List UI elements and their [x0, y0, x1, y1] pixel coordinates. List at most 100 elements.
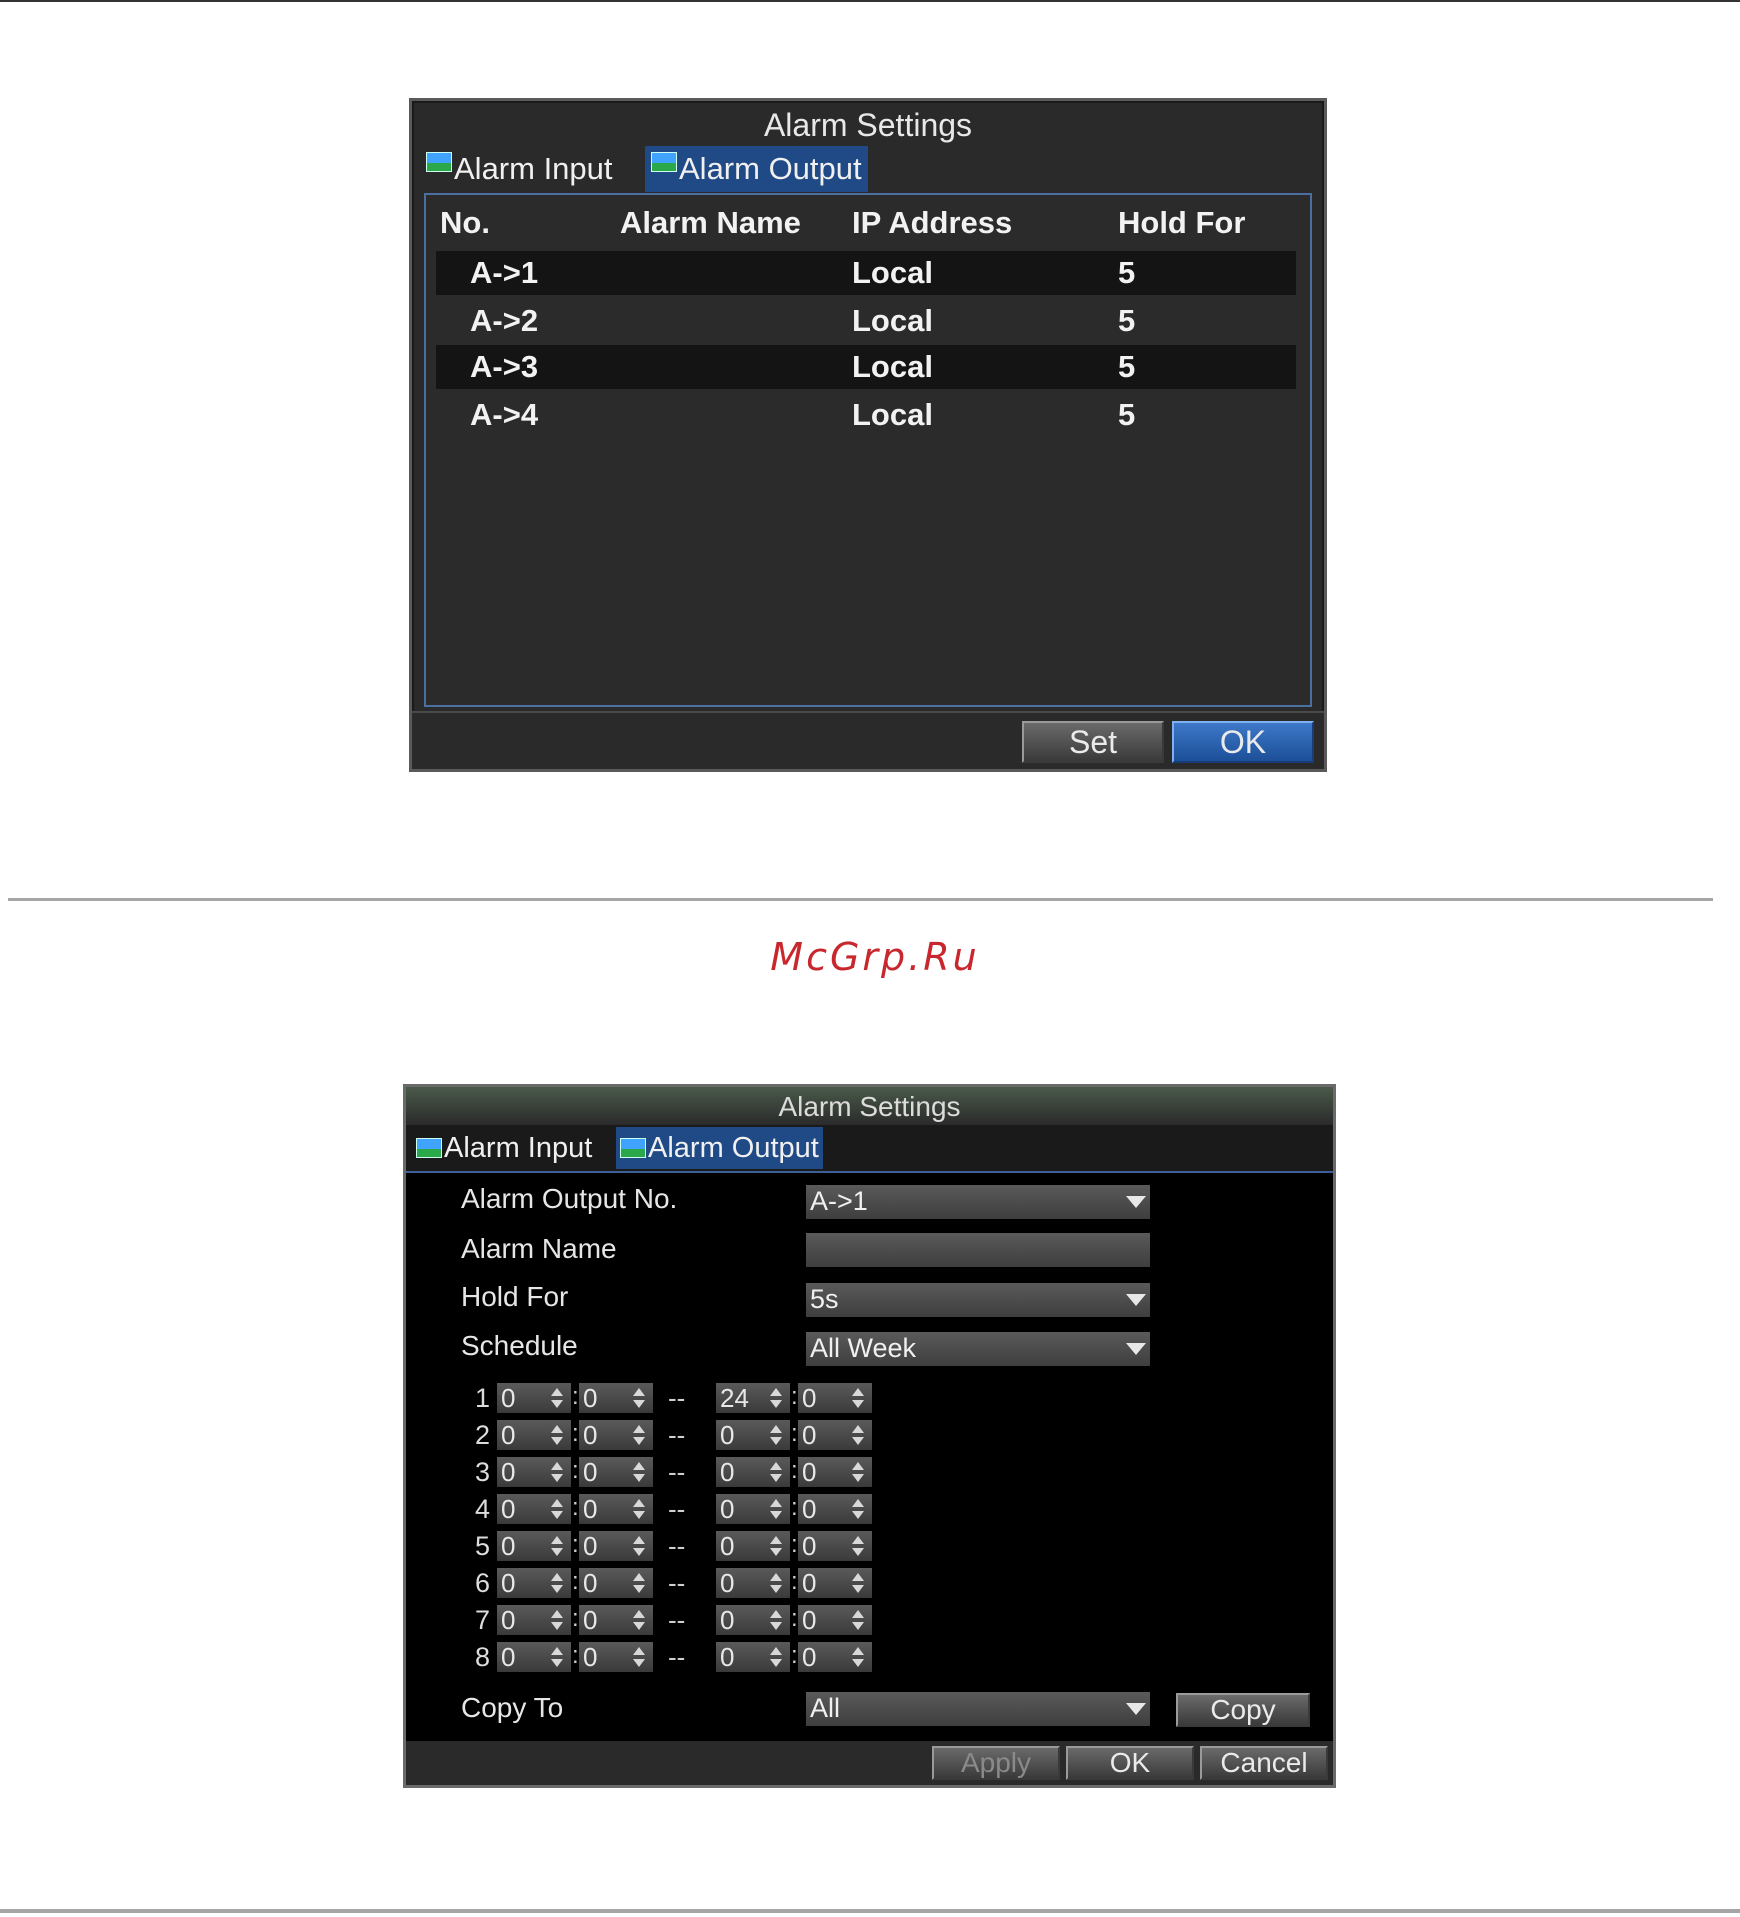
up-down-arrows-icon[interactable] [852, 1610, 864, 1630]
tab-alarm-output[interactable]: Alarm Output [616, 1127, 823, 1169]
up-down-arrows-icon[interactable] [633, 1536, 645, 1556]
cell-no: A->4 [470, 397, 539, 432]
copy-to-select[interactable]: All [806, 1692, 1150, 1726]
up-down-arrows-icon[interactable] [852, 1462, 864, 1482]
start-minute-spinner[interactable]: 0 [579, 1568, 653, 1598]
start-hour-spinner[interactable]: 0 [497, 1642, 571, 1672]
end-hour-spinner[interactable]: 0 [716, 1420, 790, 1450]
cell-ip-address: Local [852, 303, 933, 338]
spinner-value: 0 [501, 1420, 516, 1450]
start-minute-spinner[interactable]: 0 [579, 1605, 653, 1635]
apply-button[interactable]: Apply [932, 1746, 1060, 1780]
column-header-ip-address: IP Address [852, 205, 1013, 240]
range-separator: -- [668, 1457, 686, 1487]
up-down-arrows-icon[interactable] [551, 1610, 563, 1630]
up-down-arrows-icon[interactable] [633, 1462, 645, 1482]
end-hour-spinner[interactable]: 24 [716, 1383, 790, 1413]
start-minute-spinner[interactable]: 0 [579, 1531, 653, 1561]
end-minute-spinner[interactable]: 0 [798, 1420, 872, 1450]
up-down-arrows-icon[interactable] [551, 1425, 563, 1445]
up-down-arrows-icon[interactable] [852, 1647, 864, 1667]
spinner-value: 24 [720, 1383, 749, 1413]
up-down-arrows-icon[interactable] [770, 1462, 782, 1482]
end-hour-spinner[interactable]: 0 [716, 1605, 790, 1635]
up-down-arrows-icon[interactable] [633, 1610, 645, 1630]
up-down-arrows-icon[interactable] [551, 1499, 563, 1519]
up-down-arrows-icon[interactable] [770, 1536, 782, 1556]
alarm-output-no-select[interactable]: A->1 [806, 1185, 1150, 1219]
up-down-arrows-icon[interactable] [852, 1425, 864, 1445]
up-down-arrows-icon[interactable] [852, 1536, 864, 1556]
ok-button[interactable]: OK [1066, 1746, 1194, 1780]
start-hour-spinner[interactable]: 0 [497, 1383, 571, 1413]
end-hour-spinner[interactable]: 0 [716, 1494, 790, 1524]
up-down-arrows-icon[interactable] [770, 1388, 782, 1408]
end-minute-spinner[interactable]: 0 [798, 1457, 872, 1487]
alarm-name-input[interactable] [806, 1233, 1150, 1267]
range-separator: -- [668, 1568, 686, 1598]
up-down-arrows-icon[interactable] [633, 1388, 645, 1408]
up-down-arrows-icon[interactable] [633, 1425, 645, 1445]
table-row[interactable]: A->4 Local 5 [436, 393, 1296, 437]
ok-button[interactable]: OK [1172, 721, 1314, 763]
tab-alarm-input[interactable]: Alarm Input [426, 146, 613, 192]
start-hour-spinner[interactable]: 0 [497, 1494, 571, 1524]
end-minute-spinner[interactable]: 0 [798, 1642, 872, 1672]
up-down-arrows-icon[interactable] [551, 1647, 563, 1667]
up-down-arrows-icon[interactable] [633, 1573, 645, 1593]
up-down-arrows-icon[interactable] [551, 1573, 563, 1593]
tab-alarm-output[interactable]: Alarm Output [645, 146, 868, 192]
end-minute-spinner[interactable]: 0 [798, 1605, 872, 1635]
start-hour-spinner[interactable]: 0 [497, 1457, 571, 1487]
end-hour-spinner[interactable]: 0 [716, 1457, 790, 1487]
table-row[interactable]: A->3 Local 5 [436, 345, 1296, 389]
start-minute-spinner[interactable]: 0 [579, 1457, 653, 1487]
start-minute-spinner[interactable]: 0 [579, 1420, 653, 1450]
chevron-down-icon [1126, 1196, 1146, 1208]
up-down-arrows-icon[interactable] [770, 1573, 782, 1593]
start-minute-spinner[interactable]: 0 [579, 1383, 653, 1413]
start-hour-spinner[interactable]: 0 [497, 1531, 571, 1561]
start-minute-spinner[interactable]: 0 [579, 1494, 653, 1524]
end-hour-spinner[interactable]: 0 [716, 1531, 790, 1561]
up-down-arrows-icon[interactable] [852, 1388, 864, 1408]
start-hour-spinner[interactable]: 0 [497, 1420, 571, 1450]
up-down-arrows-icon[interactable] [551, 1536, 563, 1556]
hold-for-select[interactable]: 5s [806, 1283, 1150, 1317]
up-down-arrows-icon[interactable] [551, 1388, 563, 1408]
start-hour-spinner[interactable]: 0 [497, 1568, 571, 1598]
up-down-arrows-icon[interactable] [770, 1647, 782, 1667]
up-down-arrows-icon[interactable] [852, 1499, 864, 1519]
start-minute-spinner[interactable]: 0 [579, 1642, 653, 1672]
period-number: 1 [474, 1383, 490, 1413]
alarm-output-icon [620, 1138, 646, 1158]
spinner-value: 0 [501, 1494, 516, 1524]
up-down-arrows-icon[interactable] [633, 1647, 645, 1667]
up-down-arrows-icon[interactable] [633, 1499, 645, 1519]
end-hour-spinner[interactable]: 0 [716, 1642, 790, 1672]
up-down-arrows-icon[interactable] [770, 1610, 782, 1630]
schedule-select[interactable]: All Week [806, 1332, 1150, 1366]
end-minute-spinner[interactable]: 0 [798, 1531, 872, 1561]
cancel-button[interactable]: Cancel [1200, 1746, 1328, 1780]
time-colon: : [791, 1457, 798, 1484]
tab-alarm-input[interactable]: Alarm Input [416, 1127, 592, 1169]
up-down-arrows-icon[interactable] [551, 1462, 563, 1482]
spinner-value: 0 [720, 1531, 735, 1561]
alarm-input-icon [416, 1138, 442, 1158]
end-minute-spinner[interactable]: 0 [798, 1494, 872, 1524]
set-button[interactable]: Set [1022, 721, 1164, 763]
end-hour-spinner[interactable]: 0 [716, 1568, 790, 1598]
table-row[interactable]: A->1 Local 5 [436, 251, 1296, 295]
end-minute-spinner[interactable]: 0 [798, 1383, 872, 1413]
range-separator: -- [668, 1494, 686, 1524]
end-minute-spinner[interactable]: 0 [798, 1568, 872, 1598]
period-number: 2 [474, 1420, 490, 1450]
up-down-arrows-icon[interactable] [852, 1573, 864, 1593]
copy-button[interactable]: Copy [1176, 1693, 1310, 1727]
up-down-arrows-icon[interactable] [770, 1425, 782, 1445]
table-row[interactable]: A->2 Local 5 [436, 299, 1296, 343]
start-hour-spinner[interactable]: 0 [497, 1605, 571, 1635]
spinner-value: 0 [802, 1568, 817, 1598]
up-down-arrows-icon[interactable] [770, 1499, 782, 1519]
